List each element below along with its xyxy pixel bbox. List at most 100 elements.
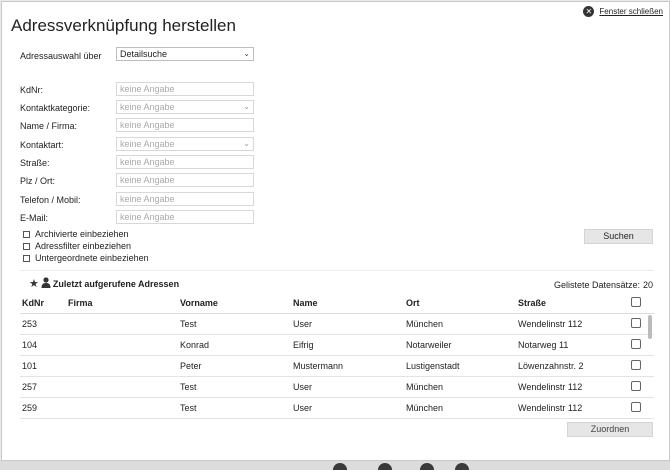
recent-addresses-label: Zuletzt aufgerufene Adressen <box>52 279 180 289</box>
header-kdnr[interactable]: KdNr <box>22 298 44 308</box>
record-count: Gelistete Datensätze: 20 <box>554 280 653 290</box>
close-circle-icon[interactable]: ✕ <box>583 6 595 17</box>
contact-type-label: Kontaktart: <box>20 140 64 150</box>
cell-vorname: Test <box>180 382 197 392</box>
row-select-checkbox[interactable] <box>631 339 641 349</box>
row-select-checkbox[interactable] <box>631 360 641 370</box>
phone-mobile-label: Telefon / Mobil: <box>20 195 81 205</box>
cell-kdnr: 257 <box>22 382 38 392</box>
chevron-down-icon: ⌄ <box>243 102 250 111</box>
zip-city-placeholder: keine Angabe <box>120 175 175 185</box>
include-address-filter-checkbox[interactable] <box>23 242 30 250</box>
cell-kdnr: 104 <box>22 340 38 350</box>
cell-ort: München <box>406 319 444 329</box>
background-icon <box>455 463 469 470</box>
cell-strasse: Wendelinstr 112 <box>518 403 583 413</box>
cell-kdnr: 253 <box>22 319 38 329</box>
name-company-input[interactable]: keine Angabe <box>116 118 254 132</box>
close-dialog-link[interactable]: Fenster schließen <box>599 7 663 16</box>
table-row[interactable]: 257 Test User München Wendelinstr 112 <box>20 377 654 398</box>
cell-name: Eifrig <box>293 340 314 350</box>
include-subordinate-option[interactable]: Untergeordnete einbeziehen <box>23 253 149 263</box>
divider <box>20 270 654 271</box>
row-select-cell <box>631 402 641 412</box>
record-count-value: 20 <box>642 280 653 290</box>
phone-mobile-placeholder: keine Angabe <box>120 194 175 204</box>
zip-city-label: Plz / Ort: <box>20 176 56 186</box>
name-company-placeholder: keine Angabe <box>120 120 175 130</box>
cell-vorname: Peter <box>180 361 202 371</box>
include-subordinate-label: Untergeordnete einbeziehen <box>35 253 149 263</box>
customer-number-input[interactable]: keine Angabe <box>116 82 254 96</box>
row-select-cell <box>631 381 641 391</box>
select-all-checkbox[interactable] <box>631 297 641 307</box>
cell-vorname: Test <box>180 403 197 413</box>
table-scrollbar[interactable] <box>648 315 652 339</box>
cell-strasse: Wendelinstr 112 <box>518 382 583 392</box>
header-strasse[interactable]: Straße <box>518 298 546 308</box>
include-archived-checkbox[interactable] <box>23 230 30 238</box>
cell-ort: Lustigenstadt <box>406 361 460 371</box>
background-page <box>0 460 670 470</box>
street-input[interactable]: keine Angabe <box>116 155 254 169</box>
cell-name: User <box>293 319 313 329</box>
email-input[interactable]: keine Angabe <box>116 210 254 224</box>
cell-name: User <box>293 403 313 413</box>
recent-addresses-heading: ★ Zuletzt aufgerufene Adressen <box>29 277 179 291</box>
dialog-title: Adressverknüpfung herstellen <box>11 16 236 35</box>
contact-category-placeholder: keine Angabe <box>120 102 175 112</box>
cell-vorname: Konrad <box>180 340 210 350</box>
include-subordinate-checkbox[interactable] <box>23 254 30 262</box>
header-firma[interactable]: Firma <box>68 298 93 308</box>
row-select-cell <box>631 360 641 370</box>
select-all-cell <box>631 297 641 307</box>
table-row[interactable]: 101 Peter Mustermann Lustigenstadt Löwen… <box>20 356 654 377</box>
email-label: E-Mail: <box>20 213 49 223</box>
contact-type-select[interactable]: keine Angabe ⌄ <box>116 137 254 151</box>
row-select-checkbox[interactable] <box>631 381 641 391</box>
customer-number-placeholder: keine Angabe <box>120 84 175 94</box>
name-company-label: Name / Firma: <box>20 121 78 131</box>
table-row[interactable]: 259 Test User München Wendelinstr 112 <box>20 398 654 419</box>
table-row[interactable]: 104 Konrad Eifrig Notarweiler Notarweg 1… <box>20 335 654 356</box>
search-button[interactable]: Suchen <box>584 229 653 244</box>
include-archived-option[interactable]: Archivierte einbeziehen <box>23 229 129 239</box>
include-archived-label: Archivierte einbeziehen <box>35 229 129 239</box>
contact-category-select[interactable]: keine Angabe ⌄ <box>116 100 254 114</box>
address-link-dialog: Adressverknüpfung herstellen ✕ Fenster s… <box>1 1 670 461</box>
background-icon <box>333 463 347 470</box>
zip-city-input[interactable]: keine Angabe <box>116 173 254 187</box>
address-table: KdNr Firma Vorname Name Ort Straße 253 T… <box>20 295 654 419</box>
row-select-cell <box>631 318 641 328</box>
contact-type-placeholder: keine Angabe <box>120 139 175 149</box>
cell-strasse: Notarweg 11 <box>518 340 569 350</box>
table-row[interactable]: 253 Test User München Wendelinstr 112 <box>20 314 654 335</box>
address-selection-select[interactable]: Detailsuche ⌄ <box>116 47 254 61</box>
background-icon <box>420 463 434 470</box>
cell-kdnr: 101 <box>22 361 38 371</box>
customer-number-label: KdNr: <box>20 85 44 95</box>
row-select-checkbox[interactable] <box>631 402 641 412</box>
table-header: KdNr Firma Vorname Name Ort Straße <box>20 295 654 314</box>
include-address-filter-option[interactable]: Adressfilter einbeziehen <box>23 241 131 251</box>
street-placeholder: keine Angabe <box>120 157 175 167</box>
star-icon[interactable]: ★ <box>29 278 39 290</box>
header-name[interactable]: Name <box>293 298 318 308</box>
cell-kdnr: 259 <box>22 403 38 413</box>
background-icon <box>378 463 392 470</box>
assign-button[interactable]: Zuordnen <box>567 422 653 437</box>
cell-ort: München <box>406 382 444 392</box>
close-dialog[interactable]: ✕ Fenster schließen <box>583 6 663 17</box>
row-select-checkbox[interactable] <box>631 318 641 328</box>
row-select-cell <box>631 339 641 349</box>
person-icon[interactable] <box>41 277 51 291</box>
phone-mobile-input[interactable]: keine Angabe <box>116 192 254 206</box>
cell-ort: München <box>406 403 444 413</box>
cell-vorname: Test <box>180 319 197 329</box>
cell-name: Mustermann <box>293 361 344 371</box>
record-count-label: Gelistete Datensätze: <box>553 280 640 290</box>
header-ort[interactable]: Ort <box>406 298 420 308</box>
cell-strasse: Wendelinstr 112 <box>518 319 583 329</box>
header-vorname[interactable]: Vorname <box>180 298 218 308</box>
cell-strasse: Löwenzahnstr. 2 <box>518 361 584 371</box>
